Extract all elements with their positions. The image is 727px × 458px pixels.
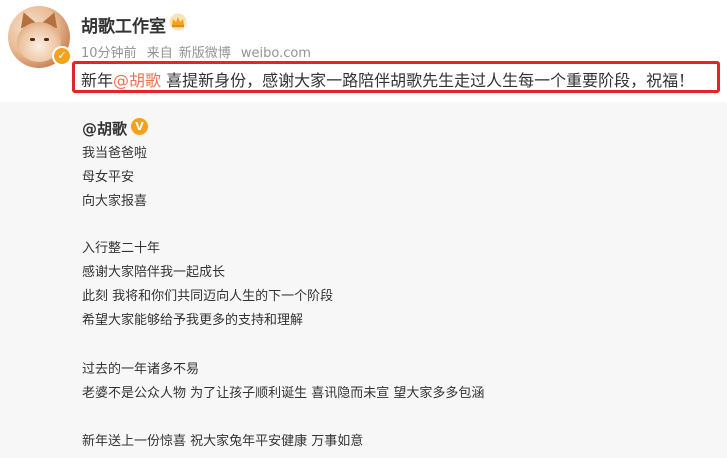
original-line: 此刻 我将和你们共同迈向人生的下一个阶段 — [82, 289, 334, 304]
post-text-prefix: 新年 — [81, 71, 114, 90]
verified-badge-icon: ✓ — [52, 46, 72, 66]
crown-icon — [169, 13, 187, 31]
original-line: 入行整二十年 — [82, 241, 161, 256]
original-author[interactable]: @胡歌 — [82, 118, 127, 139]
post-meta: 10分钟前 来自 新版微博 weibo.com — [81, 42, 317, 61]
avatar-eye-left — [30, 38, 35, 41]
original-line: 希望大家能够给予我更多的支持和理解 — [82, 313, 304, 328]
avatar-eye-right — [44, 38, 49, 41]
original-line: 过去的一年诸多不易 — [82, 362, 200, 377]
original-line: 向大家报喜 — [82, 194, 148, 209]
verified-badge-icon: V — [131, 118, 148, 135]
post-text: 新年@胡歌 喜提新身份，感谢大家一路陪伴胡歌先生走过人生每一个重要阶段，祝福！ — [81, 67, 694, 91]
original-line: 新年送上一份惊喜 祝大家兔年平安健康 万事如意 — [82, 434, 364, 449]
post-text-body: 喜提新身份，感谢大家一路陪伴胡歌先生走过人生每一个重要阶段，祝福！ — [161, 71, 695, 90]
mention-link[interactable]: @胡歌 — [113, 71, 161, 90]
original-line: 感谢大家陪伴我一起成长 — [82, 265, 226, 280]
post-source[interactable]: 新版微博 — [179, 46, 231, 61]
post-source-prefix: 来自 — [146, 46, 173, 61]
original-line: 母女平安 — [82, 170, 135, 185]
original-post: @胡歌 V 我当爸爸啦 母女平安 向大家报喜 入行整二十年 感谢大家陪伴我一起成… — [0, 102, 727, 458]
original-line: 老婆不是公众人物 为了让孩子顺利诞生 喜讯隐而未宣 望大家多多包涵 — [82, 386, 485, 401]
account-name[interactable]: 胡歌工作室 — [81, 12, 166, 37]
post-source-domain: weibo.com — [240, 46, 311, 61]
post-header: ✓ 胡歌工作室 10分钟前 来自 新版微博 weibo.com 新年@胡歌 喜提新… — [0, 0, 727, 102]
post-time[interactable]: 10分钟前 — [81, 46, 137, 61]
original-line: 我当爸爸啦 — [82, 146, 148, 161]
